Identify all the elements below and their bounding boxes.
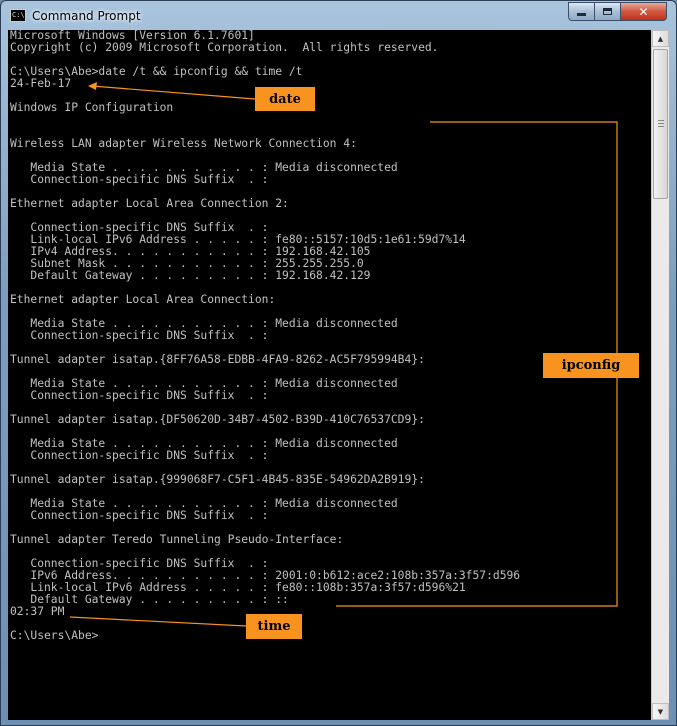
date-arrow-line — [91, 85, 256, 100]
ipconfig-callout: ipconfig — [543, 353, 639, 378]
date-arrow-head — [88, 82, 97, 90]
time-pointer-line — [69, 616, 247, 627]
time-callout: time — [246, 614, 302, 639]
date-callout: date — [255, 87, 315, 111]
